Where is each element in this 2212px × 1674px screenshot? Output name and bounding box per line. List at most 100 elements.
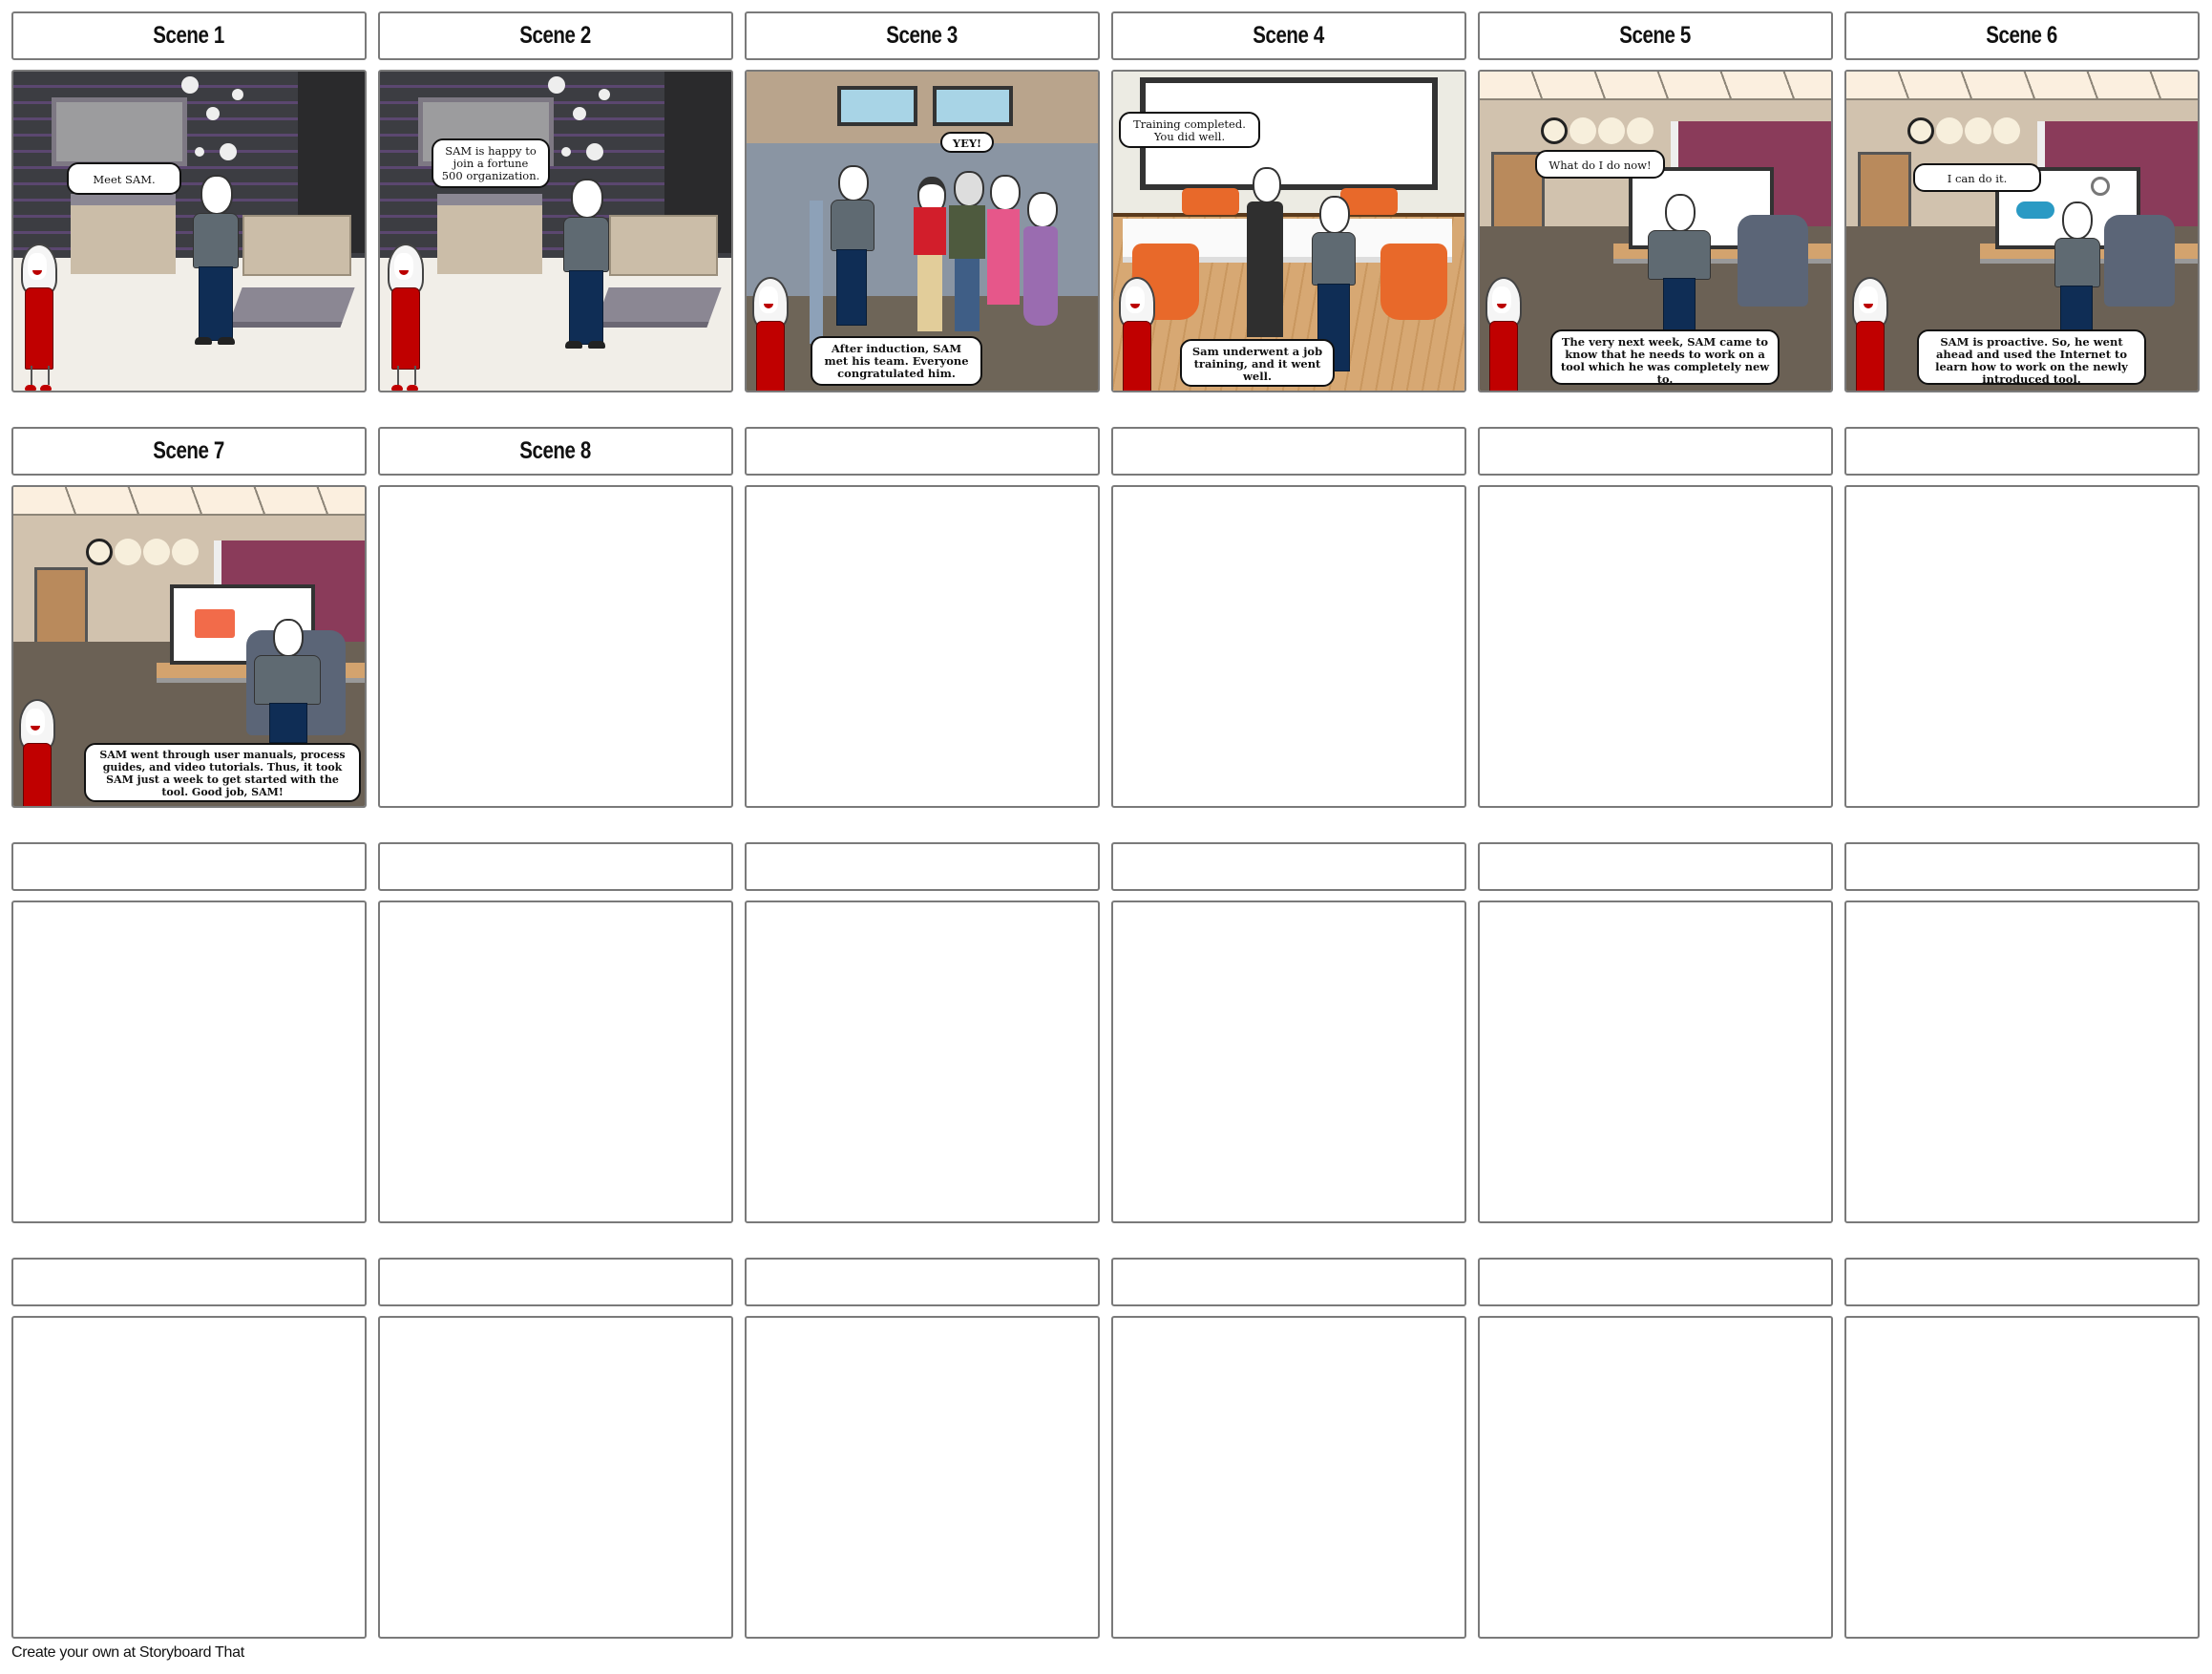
wall-clocks xyxy=(1907,117,1934,144)
office-background: What do I do now! The very next week, SA… xyxy=(1480,72,1831,391)
armchair xyxy=(609,215,718,276)
empty-scene-panel[interactable] xyxy=(1111,901,1466,1223)
scene-panel-cubicles[interactable]: YEY! After induction, SAM met his team. … xyxy=(745,70,1100,392)
cell-title-box[interactable]: Scene 5 xyxy=(1478,11,1833,60)
empty-scene-panel[interactable] xyxy=(745,485,1100,808)
team-member-purple xyxy=(1022,192,1060,343)
wall-clocks xyxy=(86,539,113,565)
cell-title-box[interactable] xyxy=(745,1258,1100,1306)
cell-title-box[interactable] xyxy=(1844,1258,2200,1306)
empty-scene-panel[interactable] xyxy=(1478,485,1833,808)
speech-bubble: Training completed. You did well. xyxy=(1119,112,1260,148)
cell-title-box[interactable]: Scene 4 xyxy=(1111,11,1466,60)
narration-bubble: SAM went through user manuals, process g… xyxy=(84,743,361,802)
cell-title-box[interactable]: Scene 8 xyxy=(378,427,733,476)
cell-title-box[interactable] xyxy=(378,1258,733,1306)
chair xyxy=(1182,188,1239,215)
empty-scene-panel[interactable] xyxy=(11,1316,367,1639)
cubicles-background: YEY! After induction, SAM met his team. … xyxy=(747,72,1098,391)
empty-scene-panel[interactable] xyxy=(1111,1316,1466,1639)
team-member-jacket xyxy=(949,171,985,339)
empty-scene-panel[interactable] xyxy=(1844,1316,2200,1639)
empty-scene-panel[interactable] xyxy=(745,1316,1100,1639)
office-background: SAM went through user manuals, process g… xyxy=(13,487,365,806)
office-chair xyxy=(1738,215,1808,307)
scene-panel-office[interactable]: SAM went through user manuals, process g… xyxy=(11,485,367,808)
floor-trim xyxy=(1113,213,1464,217)
chair xyxy=(1380,244,1447,320)
empty-scene-panel[interactable] xyxy=(1844,901,2200,1223)
empty-scene-panel[interactable] xyxy=(1844,485,2200,808)
speech-bubble: YEY! xyxy=(940,132,994,153)
cell-title: Scene 5 xyxy=(1619,22,1692,49)
narration-bubble: SAM is proactive. So, he went ahead and … xyxy=(1917,329,2146,386)
empty-scene-panel[interactable] xyxy=(378,485,733,808)
folder-icon xyxy=(195,609,235,638)
cabinet xyxy=(437,194,542,274)
pendant-lights xyxy=(181,76,199,94)
empty-scene-panel[interactable] xyxy=(745,901,1100,1223)
window xyxy=(933,86,1013,126)
door xyxy=(1858,152,1911,234)
storyboard-row-2: Scene 7 SAM went through user manuals, p… xyxy=(11,427,2200,809)
cell-title-box[interactable] xyxy=(11,842,367,891)
cell-title-box[interactable]: Scene 2 xyxy=(378,11,733,60)
cell-title-box[interactable] xyxy=(1478,842,1833,891)
cell-title-box[interactable] xyxy=(745,842,1100,891)
cell-title-box[interactable] xyxy=(745,427,1100,476)
coffee-table xyxy=(227,287,355,328)
cell-title-box[interactable]: Scene 6 xyxy=(1844,11,2200,60)
cell-title-box[interactable] xyxy=(11,1258,367,1306)
lounge-background: SAM is happy to join a fortune 500 organ… xyxy=(380,72,731,391)
cell-title-box[interactable] xyxy=(1111,1258,1466,1306)
empty-scene-panel[interactable] xyxy=(1111,485,1466,808)
ceiling-tiles xyxy=(13,487,365,516)
speech-bubble: I can do it. xyxy=(1913,163,2041,192)
cell-title-box[interactable] xyxy=(1111,427,1466,476)
storyboard-row-3 xyxy=(11,842,2200,1224)
scene-panel-training-room[interactable]: Training completed. You did well. Sam un… xyxy=(1111,70,1466,392)
cloud-icon xyxy=(2016,201,2054,219)
cell-title-box[interactable] xyxy=(1111,842,1466,891)
storyboard-that-credit-link[interactable]: Create your own at Storyboard That xyxy=(11,1644,244,1662)
scene-panel-lounge[interactable]: Meet SAM. xyxy=(11,70,367,392)
cell-title-box[interactable]: Scene 3 xyxy=(745,11,1100,60)
office-chair xyxy=(2104,215,2175,307)
training-room-background: Training completed. You did well. Sam un… xyxy=(1113,72,1464,391)
magnifier-icon xyxy=(2091,177,2110,196)
narration-bubble: After induction, SAM met his team. Every… xyxy=(811,336,982,386)
narration-bubble: The very next week, SAM came to know tha… xyxy=(1550,329,1780,386)
cell-title: Scene 7 xyxy=(153,437,225,464)
empty-scene-panel[interactable] xyxy=(1478,1316,1833,1639)
wall-clocks xyxy=(1541,117,1568,144)
team-member-pink xyxy=(985,175,1022,337)
cell-title-box[interactable]: Scene 1 xyxy=(11,11,367,60)
cell-title-box[interactable]: Scene 7 xyxy=(11,427,367,476)
cell-title-box[interactable] xyxy=(378,842,733,891)
cabinet xyxy=(71,194,176,274)
ceiling-tiles xyxy=(1480,72,1831,100)
coffee-table xyxy=(594,287,722,328)
door xyxy=(34,567,88,649)
pendant-lights xyxy=(548,76,565,94)
empty-scene-panel[interactable] xyxy=(1478,901,1833,1223)
cell-title: Scene 8 xyxy=(519,437,592,464)
scene-panel-lounge[interactable]: SAM is happy to join a fortune 500 organ… xyxy=(378,70,733,392)
cell-title-box[interactable] xyxy=(1844,427,2200,476)
cell-title-box[interactable] xyxy=(1844,842,2200,891)
cubicle-divider xyxy=(810,201,823,344)
empty-scene-panel[interactable] xyxy=(11,901,367,1223)
scene-panel-office[interactable]: What do I do now! The very next week, SA… xyxy=(1478,70,1833,392)
speech-bubble: What do I do now! xyxy=(1535,150,1665,179)
cell-title-box[interactable] xyxy=(1478,427,1833,476)
cell-title: Scene 1 xyxy=(153,22,225,49)
window xyxy=(837,86,917,126)
trainer-character xyxy=(1247,167,1285,339)
scene-panel-office[interactable]: I can do it. SAM is proactive. So, he we… xyxy=(1844,70,2200,392)
lounge-background: Meet SAM. xyxy=(13,72,365,391)
team-member-red xyxy=(914,177,948,339)
cell-title: Scene 4 xyxy=(1253,22,1325,49)
empty-scene-panel[interactable] xyxy=(378,1316,733,1639)
empty-scene-panel[interactable] xyxy=(378,901,733,1223)
cell-title-box[interactable] xyxy=(1478,1258,1833,1306)
